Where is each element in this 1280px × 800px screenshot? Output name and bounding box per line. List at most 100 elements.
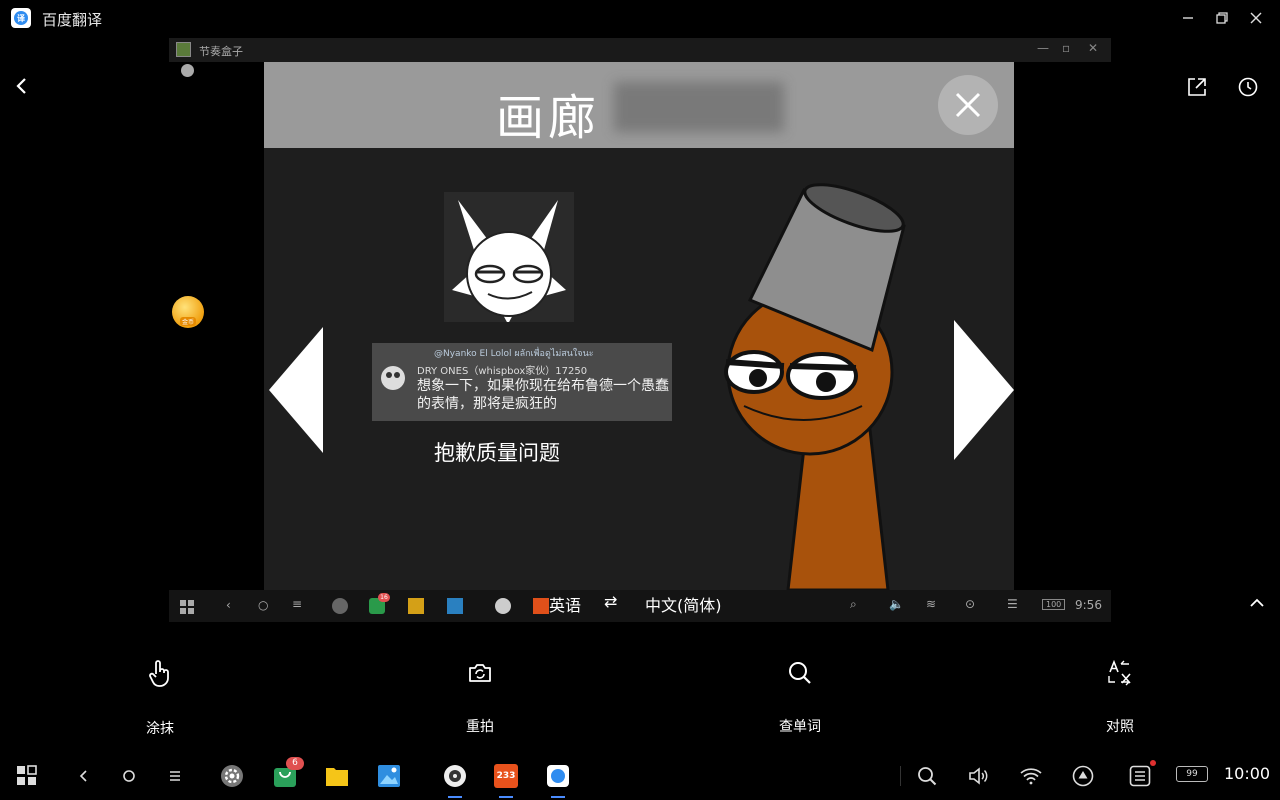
comment-text: 想象一下，如果你现在给布鲁德一个愚蠢的表情，那将是疯狂的	[417, 378, 669, 412]
inner-wifi-icon: ≋	[926, 597, 937, 611]
notification-badge: 6	[286, 757, 304, 770]
inner-battery: 100	[1042, 599, 1066, 610]
inner-233-icon	[533, 598, 549, 614]
control-center-button[interactable]	[1071, 764, 1095, 788]
inner-search-icon: ⌕	[850, 597, 857, 611]
gear-icon	[221, 765, 243, 787]
inner-taskbar: ‹ ○ ≡ 16 ⌕ 🔈 ≋ ⊙ ☰ 100 9:56	[169, 590, 1111, 622]
app-title: 百度翻译	[42, 11, 103, 29]
home-icon	[123, 770, 135, 782]
system-clock: 10:00	[1224, 764, 1271, 783]
commenter-avatar-icon	[381, 366, 405, 390]
running-indicator	[448, 796, 462, 798]
inner-store-badge: 16	[378, 593, 390, 602]
search-icon	[789, 662, 811, 684]
nav-home-button[interactable]	[117, 764, 141, 788]
gallery-close-button[interactable]	[938, 75, 998, 135]
tool-label: 查单词	[779, 719, 821, 735]
inner-files-icon	[408, 598, 424, 614]
inner-minimize-icon: —	[1037, 41, 1049, 55]
music-app-button[interactable]	[443, 764, 467, 788]
nav-back-button[interactable]	[72, 764, 96, 788]
volume-button[interactable]	[967, 764, 991, 788]
orange-character-illustration	[724, 183, 906, 590]
back-arrow-icon[interactable]	[10, 74, 34, 98]
tool-label: 对照	[1106, 719, 1134, 735]
minimize-icon	[1183, 17, 1193, 19]
minimize-button[interactable]	[1176, 6, 1200, 30]
cat-avatar-image	[444, 192, 574, 324]
floating-dot[interactable]	[181, 64, 194, 77]
compare-tool-button[interactable]: 对照	[1070, 660, 1170, 736]
blurred-text	[614, 82, 784, 132]
comment-username: @Nyanko El Lolol ผลักเพื่อดูไม่สนใจนะ	[434, 349, 594, 359]
lookup-word-tool-button[interactable]: 查单词	[750, 660, 850, 736]
hand-pointer-icon	[149, 660, 169, 687]
inner-gallery-icon	[447, 598, 463, 614]
folder-icon	[326, 768, 348, 786]
grid-icon	[17, 765, 37, 785]
retake-tool-button[interactable]: 重拍	[430, 660, 530, 736]
camera-retake-icon	[469, 664, 491, 682]
wifi-button[interactable]	[1019, 764, 1043, 788]
nav-recents-button[interactable]	[163, 764, 187, 788]
restore-button[interactable]	[1210, 6, 1234, 30]
volume-icon	[969, 767, 988, 785]
restore-icon	[1216, 12, 1228, 24]
gallery-header: 画廊	[264, 62, 1014, 148]
share-icon[interactable]	[1186, 76, 1208, 98]
app-233-icon: 233	[494, 764, 518, 788]
tool-label: 重拍	[466, 719, 494, 735]
inner-back-icon: ‹	[226, 598, 231, 612]
inner-music-icon	[495, 598, 511, 614]
comment-meta: DRY ONES（whispbox家伙）17250	[417, 366, 588, 377]
battery-indicator: 99	[1176, 766, 1208, 782]
running-indicator	[551, 796, 565, 798]
inner-close-icon: ✕	[1088, 41, 1099, 55]
inner-window-title: 节奏盒子	[199, 45, 243, 58]
close-window-button[interactable]	[1244, 6, 1268, 30]
app-logo: 译	[11, 8, 31, 28]
system-taskbar: 6 233	[0, 752, 1280, 800]
title-bar: 译 百度翻译	[0, 0, 1280, 36]
app-233-button[interactable]: 233	[494, 764, 518, 788]
source-language-button[interactable]: 英语	[549, 592, 581, 616]
inner-home-icon: ○	[258, 598, 269, 612]
gallery-app-button[interactable]	[377, 764, 401, 788]
target-language-button[interactable]: 中文(简体)	[645, 592, 722, 616]
smear-tool-button[interactable]: 涂抹	[110, 660, 210, 738]
inner-window-titlebar: 节奏盒子 — ▫ ✕	[169, 38, 1111, 62]
baidu-translate-app-button[interactable]	[546, 764, 570, 788]
notifications-button[interactable]	[1128, 764, 1152, 788]
inner-app-icon	[176, 42, 191, 57]
close-icon	[955, 92, 981, 118]
previous-arrow[interactable]	[269, 327, 323, 453]
files-app-button[interactable]	[325, 764, 349, 788]
notification-list-icon	[1129, 765, 1151, 787]
inner-settings-icon	[332, 598, 348, 614]
app-grid-button[interactable]	[15, 764, 39, 788]
compare-translate-icon	[1108, 660, 1131, 686]
wifi-icon	[1020, 768, 1042, 785]
tool-label: 涂抹	[146, 721, 174, 737]
inner-restore-icon: ▫	[1062, 41, 1071, 55]
chevron-up-icon[interactable]	[1248, 594, 1266, 612]
next-arrow[interactable]	[954, 320, 1014, 460]
inner-up-icon: ⊙	[965, 597, 976, 611]
back-icon	[79, 770, 87, 782]
coin-reward-icon[interactable]: 金币	[172, 296, 204, 328]
inner-clock: 9:56	[1075, 598, 1102, 612]
history-icon[interactable]	[1237, 76, 1259, 98]
chevron-up-circle-icon	[1072, 765, 1094, 787]
inner-menu-icon: ≡	[292, 597, 303, 611]
inner-notification-icon: ☰	[1007, 597, 1018, 611]
search-icon	[918, 767, 937, 786]
divider	[900, 766, 901, 786]
settings-app-button[interactable]	[220, 764, 244, 788]
close-icon	[1250, 12, 1262, 24]
search-button[interactable]	[915, 764, 939, 788]
comment-card: @Nyanko El Lolol ผลักเพื่อดูไม่สนใจนะ DR…	[372, 343, 672, 421]
swap-languages-button[interactable]: ⇄	[604, 592, 617, 611]
translate-app-icon	[547, 765, 569, 787]
grid-icon	[180, 600, 194, 614]
